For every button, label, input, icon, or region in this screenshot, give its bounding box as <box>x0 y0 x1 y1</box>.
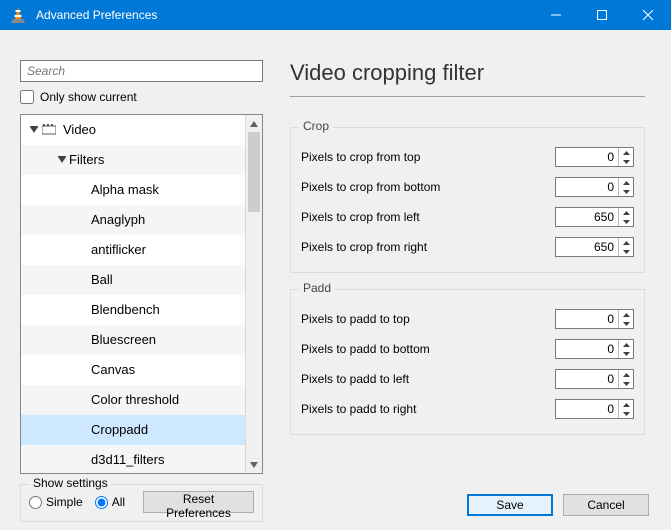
show-settings-legend: Show settings <box>29 476 112 490</box>
padd-group: Padd Pixels to padd to top Pixels to pad… <box>290 289 645 435</box>
tree-label: Video <box>63 122 96 137</box>
cancel-button[interactable]: Cancel <box>563 494 649 516</box>
spin-down-icon[interactable] <box>619 319 633 328</box>
crop-left-input[interactable] <box>556 208 618 226</box>
radio-all-label: All <box>112 495 125 509</box>
video-icon <box>41 122 57 138</box>
spin-down-icon[interactable] <box>619 349 633 358</box>
tree-label: Filters <box>69 152 104 167</box>
tree-item[interactable]: Canvas <box>21 355 245 385</box>
radio-simple-label: Simple <box>46 495 83 509</box>
tree-label: Ball <box>91 272 113 287</box>
crop-bottom-label: Pixels to crop from bottom <box>301 180 555 194</box>
padd-bottom-label: Pixels to padd to bottom <box>301 342 555 356</box>
tree-item-video[interactable]: Video <box>21 115 245 145</box>
minimize-button[interactable] <box>533 0 579 30</box>
only-show-current-input[interactable] <box>20 90 34 104</box>
tree-scrollbar[interactable] <box>245 115 262 473</box>
crop-top-spin[interactable] <box>555 147 634 167</box>
crop-legend: Crop <box>299 119 333 133</box>
tree-item[interactable]: Blendbench <box>21 295 245 325</box>
chevron-down-icon <box>27 126 41 134</box>
crop-bottom-spin[interactable] <box>555 177 634 197</box>
padd-right-input[interactable] <box>556 400 618 418</box>
page-title: Video cropping filter <box>290 60 645 86</box>
only-show-current-checkbox[interactable]: Only show current <box>20 90 263 104</box>
padd-bottom-input[interactable] <box>556 340 618 358</box>
show-settings-group: Show settings Simple All Reset Preferenc… <box>20 484 263 522</box>
padd-left-spin[interactable] <box>555 369 634 389</box>
spin-up-icon[interactable] <box>619 310 633 319</box>
tree-label: antiflicker <box>91 242 146 257</box>
crop-group: Crop Pixels to crop from top Pixels to c… <box>290 127 645 273</box>
tree-item[interactable]: Ball <box>21 265 245 295</box>
spin-up-icon[interactable] <box>619 178 633 187</box>
crop-left-label: Pixels to crop from left <box>301 210 555 224</box>
spin-up-icon[interactable] <box>619 238 633 247</box>
tree-label: Canvas <box>91 362 135 377</box>
crop-top-input[interactable] <box>556 148 618 166</box>
titlebar: Advanced Preferences <box>0 0 671 30</box>
tree-item[interactable]: Color threshold <box>21 385 245 415</box>
spin-down-icon[interactable] <box>619 217 633 226</box>
spin-up-icon[interactable] <box>619 400 633 409</box>
padd-right-label: Pixels to padd to right <box>301 402 555 416</box>
chevron-down-icon <box>55 156 69 164</box>
crop-bottom-input[interactable] <box>556 178 618 196</box>
tree-label: Color threshold <box>91 392 179 407</box>
tree-label: Alpha mask <box>91 182 159 197</box>
tree-item[interactable]: antiflicker <box>21 235 245 265</box>
scroll-thumb[interactable] <box>248 132 260 212</box>
tree-label: Blendbench <box>91 302 160 317</box>
padd-bottom-spin[interactable] <box>555 339 634 359</box>
tree-item-croppadd[interactable]: Croppadd <box>21 415 245 445</box>
radio-all-input[interactable] <box>95 496 108 509</box>
close-button[interactable] <box>625 0 671 30</box>
spin-down-icon[interactable] <box>619 157 633 166</box>
spin-down-icon[interactable] <box>619 379 633 388</box>
spin-up-icon[interactable] <box>619 148 633 157</box>
padd-right-spin[interactable] <box>555 399 634 419</box>
crop-left-spin[interactable] <box>555 207 634 227</box>
reset-preferences-button[interactable]: Reset Preferences <box>143 491 254 513</box>
save-button[interactable]: Save <box>467 494 553 516</box>
spin-down-icon[interactable] <box>619 247 633 256</box>
spin-down-icon[interactable] <box>619 409 633 418</box>
tree-item-filters[interactable]: Filters <box>21 145 245 175</box>
maximize-button[interactable] <box>579 0 625 30</box>
crop-top-label: Pixels to crop from top <box>301 150 555 164</box>
padd-top-label: Pixels to padd to top <box>301 312 555 326</box>
padd-top-input[interactable] <box>556 310 618 328</box>
tree-item[interactable]: Bluescreen <box>21 325 245 355</box>
crop-right-spin[interactable] <box>555 237 634 257</box>
tree-label: Croppadd <box>91 422 148 437</box>
preferences-tree: Video Filters Alpha mask Anaglyph antifl… <box>20 114 263 474</box>
tree-label: d3d11_filters <box>91 452 164 467</box>
tree-item[interactable]: Alpha mask <box>21 175 245 205</box>
vlc-icon <box>8 5 28 25</box>
radio-all[interactable]: All <box>95 495 125 509</box>
scroll-down-icon[interactable] <box>246 456 262 473</box>
spin-up-icon[interactable] <box>619 208 633 217</box>
only-show-current-label: Only show current <box>40 90 137 104</box>
spin-up-icon[interactable] <box>619 370 633 379</box>
padd-left-input[interactable] <box>556 370 618 388</box>
padd-top-spin[interactable] <box>555 309 634 329</box>
padd-left-label: Pixels to padd to left <box>301 372 555 386</box>
padd-legend: Padd <box>299 281 335 295</box>
radio-simple-input[interactable] <box>29 496 42 509</box>
radio-simple[interactable]: Simple <box>29 495 83 509</box>
spin-up-icon[interactable] <box>619 340 633 349</box>
divider <box>290 96 645 97</box>
spin-down-icon[interactable] <box>619 187 633 196</box>
crop-right-label: Pixels to crop from right <box>301 240 555 254</box>
tree-label: Anaglyph <box>91 212 145 227</box>
tree-label: Bluescreen <box>91 332 156 347</box>
scroll-up-icon[interactable] <box>246 115 262 132</box>
tree-item[interactable]: d3d11_filters <box>21 445 245 473</box>
tree-item[interactable]: Anaglyph <box>21 205 245 235</box>
window-title: Advanced Preferences <box>36 8 157 22</box>
search-input[interactable] <box>20 60 263 82</box>
crop-right-input[interactable] <box>556 238 618 256</box>
